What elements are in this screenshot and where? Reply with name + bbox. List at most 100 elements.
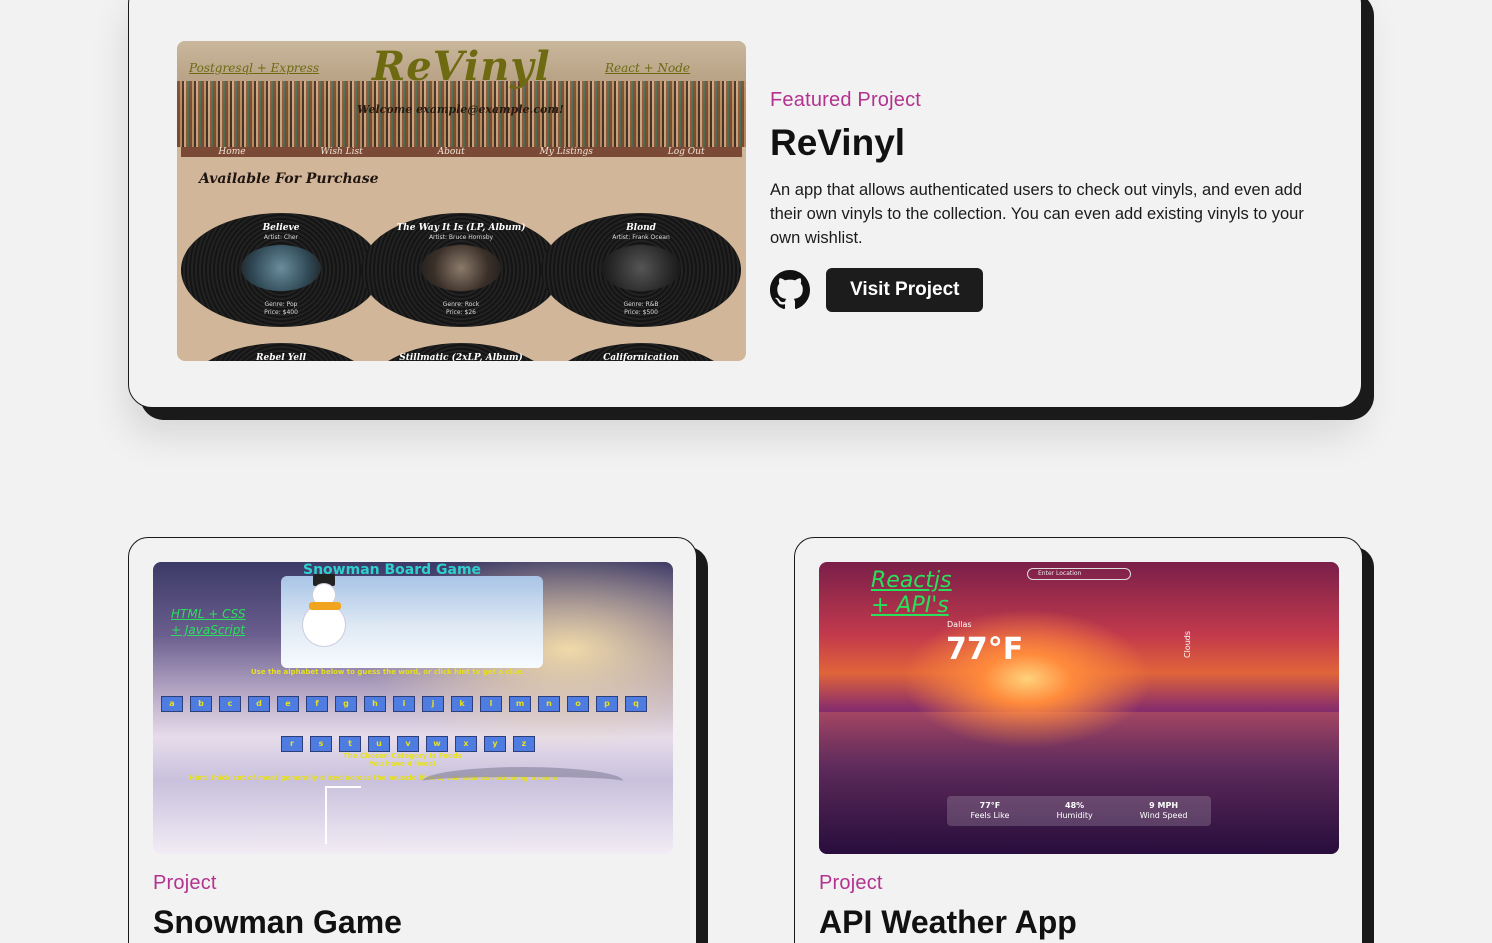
- revinyl-logo: ReVinyl: [372, 43, 551, 90]
- letter-key: l: [480, 696, 502, 712]
- vinyl-record: Californication: [541, 343, 741, 361]
- stat-value: 77°F: [979, 801, 1001, 810]
- letter-key: u: [368, 736, 390, 752]
- project-title: ReVinyl: [770, 122, 906, 163]
- snowman-category: The Chosen Category Is Foods You have 4 …: [343, 752, 462, 768]
- vinyl-title: Rebel Yell: [256, 353, 306, 361]
- stat-label: Wind Speed: [1139, 811, 1188, 820]
- vinyl-genre: Genre: R&B: [623, 301, 659, 308]
- snowman-instructions: Use the alphabet below to guess the word…: [251, 668, 525, 676]
- project-card-snowman: Snowman Board Game HTML + CSS + JavaScri…: [128, 537, 697, 943]
- letter-key: w: [426, 736, 448, 752]
- tech-line-2: + API's: [871, 593, 949, 618]
- revinyl-nav-listings: My Listings: [539, 147, 593, 157]
- letter-key: x: [455, 736, 477, 752]
- weather-condition: Clouds: [1183, 630, 1192, 658]
- project-description: An app that allows authenticated users t…: [770, 181, 1304, 247]
- letter-keys-row-2: r s t u v w x y z: [281, 736, 535, 752]
- letter-key: d: [248, 696, 270, 712]
- snowman-tech-tag: HTML + CSS + JavaScript: [171, 606, 245, 638]
- weather-temperature: 77°F: [946, 632, 1024, 667]
- revinyl-nav-home: Home: [218, 147, 246, 157]
- letter-key: p: [596, 696, 618, 712]
- vinyl-cover-image: [421, 245, 501, 291]
- snowman-scarf: [309, 602, 341, 610]
- letter-key: c: [219, 696, 241, 712]
- vinyl-record: The Way It Is (LP, Album) Artist: Bruce …: [361, 213, 561, 327]
- snowman-body: [303, 604, 345, 646]
- revinyl-available-heading: Available For Purchase: [199, 171, 379, 187]
- vinyl-record: Stillmatic (2xLP, Album): [361, 343, 561, 361]
- vinyl-artist: Artist: Frank Ocean: [612, 234, 670, 241]
- project-card-weather: Reactjs + API's Enter Location Dallas 77…: [794, 537, 1363, 943]
- bridge-image: [423, 767, 623, 795]
- vinyl-title: Believe: [262, 223, 300, 233]
- weather-stat-wind: 9 MPH Wind Speed: [1140, 801, 1188, 821]
- project-eyebrow: Project: [819, 872, 883, 894]
- letter-key: v: [397, 736, 419, 752]
- vinyl-price: Price: $400: [264, 309, 298, 316]
- featured-project-card: Postgresql + Express ReVinyl React + Nod…: [128, 0, 1362, 408]
- revinyl-preview: Postgresql + Express ReVinyl React + Nod…: [177, 41, 746, 361]
- revinyl-screenshot[interactable]: Postgresql + Express ReVinyl React + Nod…: [177, 41, 746, 361]
- project-actions: Visit Project: [770, 268, 1310, 312]
- snowman-preview: Snowman Board Game HTML + CSS + JavaScri…: [153, 562, 673, 854]
- gallows-post: [325, 786, 327, 844]
- vinyl-title: Stillmatic (2xLP, Album): [399, 353, 523, 361]
- letter-key: n: [538, 696, 560, 712]
- letter-key: r: [281, 736, 303, 752]
- ocean-image: [819, 712, 1339, 854]
- weather-preview: Reactjs + API's Enter Location Dallas 77…: [819, 562, 1339, 854]
- vinyl-artist: Artist: Cher: [263, 234, 299, 241]
- stat-value: 48%: [1065, 801, 1085, 810]
- tech-line-1: HTML + CSS: [171, 607, 246, 621]
- revinyl-nav-logout: Log Out: [667, 147, 705, 157]
- weather-screenshot[interactable]: Reactjs + API's Enter Location Dallas 77…: [819, 562, 1339, 854]
- letter-key: f: [306, 696, 328, 712]
- letter-keys-row-1: a b c d e f g h i j k l m n o p q: [161, 696, 647, 712]
- vinyl-title: Californication: [603, 353, 679, 361]
- visit-project-button[interactable]: Visit Project: [826, 268, 984, 312]
- revinyl-nav-wishlist: Wish List: [320, 147, 363, 157]
- revinyl-welcome: Welcome example@example.com!: [357, 103, 564, 116]
- revinyl-nav-about: About: [437, 147, 465, 157]
- weather-stat-feels-like: 77°F Feels Like: [971, 801, 1010, 821]
- vinyl-genre: Genre: Rock: [442, 301, 480, 308]
- letter-key: s: [310, 736, 332, 752]
- letter-key: a: [161, 696, 183, 712]
- revinyl-right-tag: React + Node: [605, 61, 691, 75]
- vinyl-title: Blond: [626, 223, 656, 233]
- revinyl-nav: Home Wish List About My Listings Log Out: [181, 147, 742, 157]
- letter-key: h: [364, 696, 386, 712]
- snowman-screenshot[interactable]: Snowman Board Game HTML + CSS + JavaScri…: [153, 562, 673, 854]
- letter-key: i: [393, 696, 415, 712]
- featured-eyebrow: Featured Project: [770, 89, 922, 111]
- stat-label: Humidity: [1056, 811, 1093, 820]
- vinyl-cover-image: [241, 245, 321, 291]
- weather-city: Dallas: [947, 620, 972, 629]
- github-icon: [770, 270, 810, 310]
- github-link[interactable]: [770, 270, 810, 310]
- vinyl-record: Blond Artist: Frank Ocean Genre: R&B Pric…: [541, 213, 741, 327]
- weather-stats-panel: 77°F Feels Like 48% Humidity 9 MPH Wind …: [947, 796, 1211, 826]
- letter-key: j: [422, 696, 444, 712]
- letter-key: z: [513, 736, 535, 752]
- project-title: Snowman Game: [153, 904, 402, 940]
- letter-key: t: [339, 736, 361, 752]
- vinyl-artist: Artist: Bruce Hornsby: [428, 234, 494, 241]
- lives-text: You have 4 lives!: [369, 760, 436, 768]
- stat-label: Feels Like: [970, 811, 1010, 820]
- letter-key: o: [567, 696, 589, 712]
- weather-stat-humidity: 48% Humidity: [1056, 801, 1092, 821]
- vinyl-record: Believe Artist: Cher Genre: Pop Price: $4…: [181, 213, 381, 327]
- stat-value: 9 MPH: [1149, 801, 1179, 810]
- letter-key: q: [625, 696, 647, 712]
- letter-key: g: [335, 696, 357, 712]
- vinyl-cover-image: [601, 245, 681, 291]
- vinyl-price: Price: $26: [445, 309, 477, 316]
- tech-line-2: + JavaScript: [171, 623, 246, 637]
- snowman-title: Snowman Board Game: [303, 562, 482, 578]
- tech-line-1: Reactjs: [871, 568, 952, 593]
- letter-key: e: [277, 696, 299, 712]
- gallows-beam: [325, 786, 361, 788]
